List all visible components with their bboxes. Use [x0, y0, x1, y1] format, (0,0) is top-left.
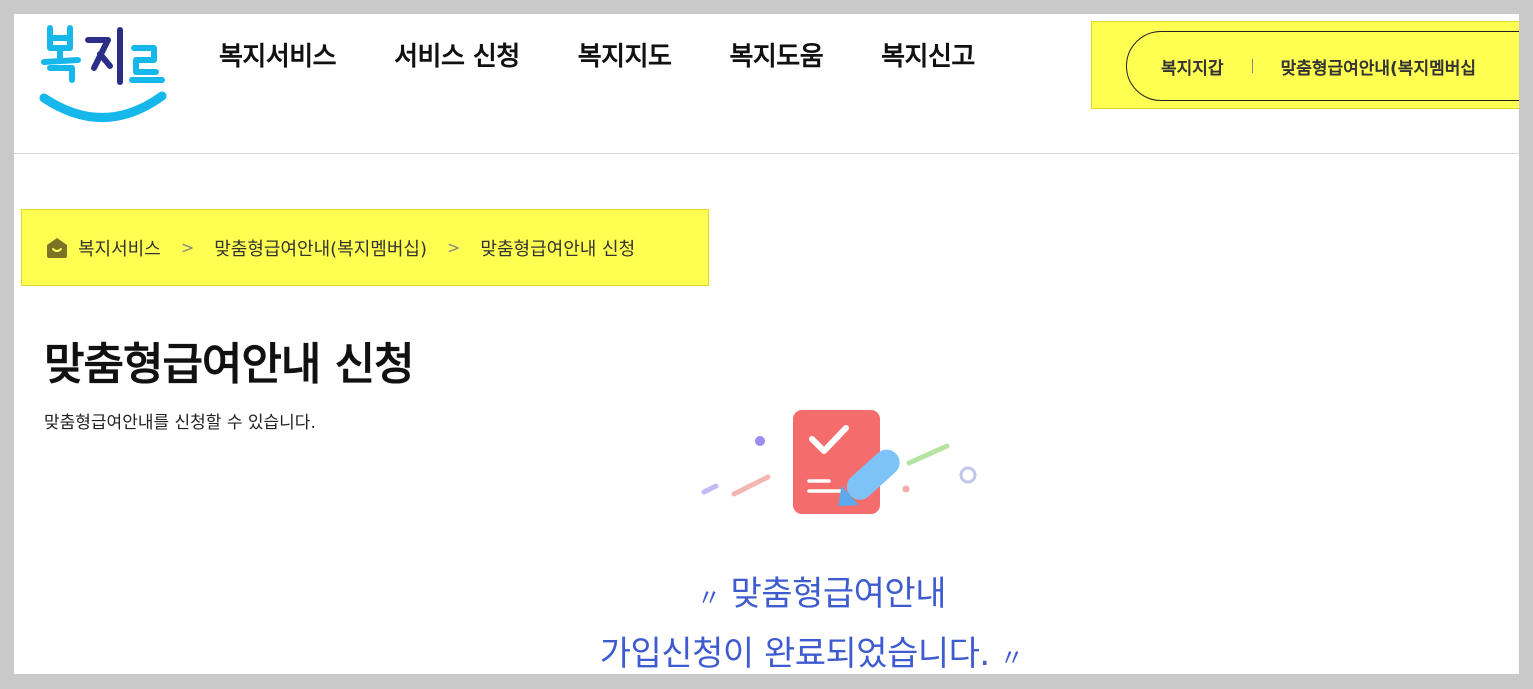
completion-message-line2: 가입신청이 완료되었습니다. 〃 [14, 626, 1519, 674]
home-icon[interactable] [46, 237, 68, 259]
breadcrumb-separator: > [180, 238, 195, 257]
breadcrumb-separator: > [446, 238, 461, 257]
site-logo[interactable] [38, 16, 168, 131]
header-divider [14, 153, 1519, 154]
nav-service-apply[interactable]: 서비스 신청 [394, 36, 520, 73]
util-divider [1251, 59, 1253, 73]
util-custom-benefit[interactable]: 맞춤형급여안내(복지멤버십 [1281, 54, 1476, 79]
util-welfare-wallet[interactable]: 복지지갑 [1161, 54, 1224, 79]
quote-open: 〃 [697, 584, 721, 612]
nav-welfare-help[interactable]: 복지도움 [729, 36, 823, 73]
completion-title: 맞춤형급여안내 [730, 574, 947, 614]
breadcrumb-item-current[interactable]: 맞춤형급여안내 신청 [480, 235, 635, 261]
nav-welfare-service[interactable]: 복지서비스 [219, 36, 337, 73]
page-title: 맞춤형급여안내 신청 [44, 339, 415, 390]
completion-text: 가입신청이 완료되었습니다. [599, 634, 990, 674]
browser-viewport: 복지서비스 서비스 신청 복지지도 복지도움 복지신고 복지지갑 맞춤형급여안내… [14, 14, 1519, 674]
breadcrumb-item[interactable]: 복지서비스 [78, 235, 161, 261]
nav-welfare-report[interactable]: 복지신고 [881, 36, 975, 73]
nav-welfare-map[interactable]: 복지지도 [578, 36, 672, 73]
breadcrumb-item[interactable]: 맞춤형급여안내(복지멤버십) [214, 235, 427, 261]
quote-close: 〃 [999, 644, 1024, 672]
utility-links: 복지지갑 맞춤형급여안내(복지멤버십 [1126, 31, 1519, 101]
utility-links-highlight: 복지지갑 맞춤형급여안내(복지멤버십 [1091, 21, 1519, 109]
page-description: 맞춤형급여안내를 신청할 수 있습니다. [44, 413, 316, 433]
main-nav: 복지서비스 서비스 신청 복지지도 복지도움 복지신고 [219, 32, 1033, 76]
breadcrumb: 복지서비스 > 맞춤형급여안내(복지멤버십) > 맞춤형급여안내 신청 [21, 209, 709, 286]
application-complete-illustration [694, 399, 984, 524]
completion-message-line1: 〃 맞춤형급여안내 [14, 566, 1519, 615]
